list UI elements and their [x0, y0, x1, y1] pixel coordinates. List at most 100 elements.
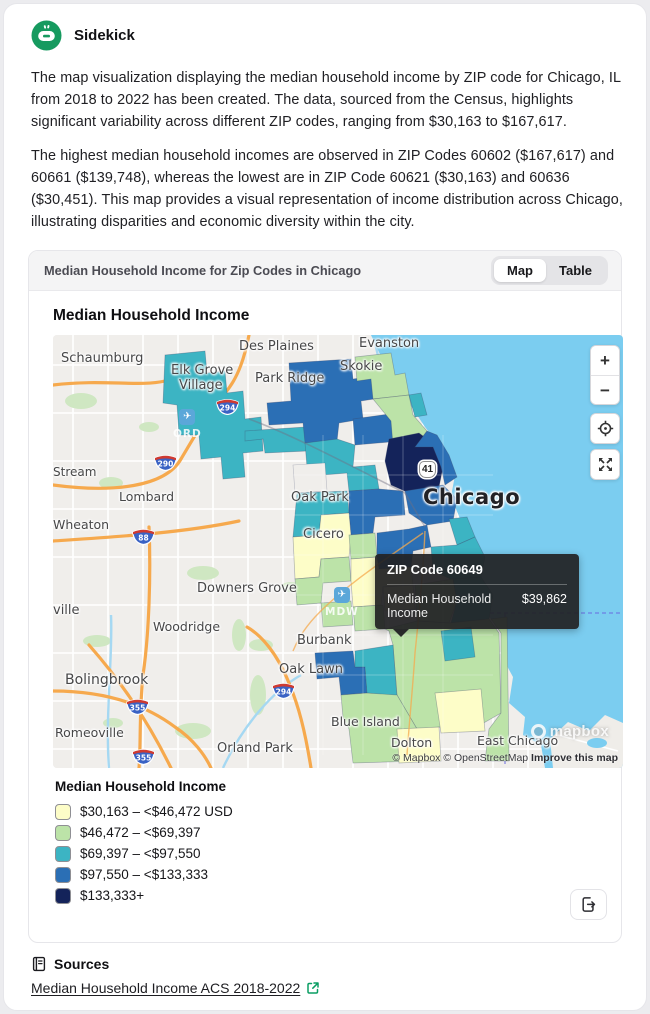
external-link-icon — [306, 981, 320, 995]
legend-label: $46,472 – <$69,397 — [80, 825, 201, 840]
legend-item: $69,397 – <$97,550 — [55, 843, 605, 864]
map-city-label: Village — [179, 378, 223, 393]
fullscreen-button[interactable] — [591, 450, 619, 479]
legend-swatch — [55, 825, 71, 841]
airplane-icon: ✈ — [334, 587, 350, 603]
airport-marker: ✈ MDW — [325, 587, 359, 618]
zoom-in-button[interactable]: + — [591, 346, 619, 375]
map-city-label: Bolingbrook — [65, 672, 148, 688]
export-icon — [580, 896, 597, 913]
map-city-label: Blue Island — [331, 714, 400, 729]
toggle-table-button[interactable]: Table — [546, 259, 605, 282]
mapbox-logo[interactable]: mapbox — [531, 723, 609, 740]
map-city-label: Woodridge — [153, 619, 220, 634]
export-button[interactable] — [570, 889, 607, 920]
airport-code: MDW — [325, 606, 359, 618]
tooltip-title: ZIP Code 60649 — [387, 562, 567, 577]
toggle-map-button[interactable]: Map — [494, 259, 546, 282]
legend-swatch — [55, 846, 71, 862]
map-city-label: Schaumburg — [61, 351, 143, 366]
fullscreen-control — [590, 449, 620, 480]
map-city-label: Park Ridge — [255, 371, 324, 386]
interstate-shield: 294 — [215, 397, 240, 415]
map-legend: Median Household Income $30,163 – <$46,4… — [55, 779, 605, 906]
airport-marker: ✈ ORD — [173, 409, 202, 440]
svg-text:355: 355 — [136, 754, 152, 763]
map-tooltip: ZIP Code 60649 Median Household Income $… — [375, 554, 579, 629]
geolocate-icon — [597, 420, 614, 437]
legend-label: $133,333+ — [80, 888, 144, 903]
svg-text:294: 294 — [220, 404, 236, 413]
interstate-shield: 290 — [153, 453, 178, 471]
svg-text:355: 355 — [130, 704, 146, 713]
sidekick-logo-icon — [31, 20, 62, 51]
geolocate-button[interactable] — [591, 414, 619, 443]
map-city-label: Downers Grove — [197, 581, 297, 596]
legend-item: $46,472 – <$69,397 — [55, 822, 605, 843]
legend-label: $30,163 – <$46,472 USD — [80, 804, 233, 819]
svg-text:294: 294 — [276, 688, 292, 697]
legend-rows: $30,163 – <$46,472 USD $46,472 – <$69,39… — [55, 801, 605, 906]
source-link[interactable]: Median Household Income ACS 2018-2022 — [31, 980, 300, 996]
map-city-label: Wheaton — [53, 517, 109, 532]
attribution-mapbox-link[interactable]: © Mapbox — [392, 752, 440, 764]
legend-item: $97,550 – <$133,333 — [55, 864, 605, 885]
interstate-shield: 355 — [131, 747, 156, 765]
message-paragraph-1: The map visualization displaying the med… — [31, 67, 631, 133]
fullscreen-icon — [597, 456, 614, 473]
legend-item: $133,333+ — [55, 885, 605, 906]
map-city-label: Chicago — [423, 485, 520, 509]
legend-swatch — [55, 804, 71, 820]
map-city-label: Orland Park — [217, 741, 293, 756]
sources-title: Sources — [54, 956, 109, 972]
map-city-label: Cicero — [303, 527, 344, 542]
tooltip-label: Median Household Income — [387, 592, 504, 620]
sources-icon — [31, 956, 47, 972]
visualization-card: Median Household Income for Zip Codes in… — [28, 250, 622, 943]
map-city-label: Lombard — [119, 489, 174, 504]
map-city-label: Dolton — [391, 735, 432, 750]
us-route-shield: 41 — [419, 461, 436, 478]
map-city-label: Stream — [53, 465, 96, 479]
zoom-out-button[interactable]: − — [591, 375, 619, 404]
tooltip-value: $39,862 — [522, 592, 567, 620]
map-title: Median Household Income — [53, 307, 605, 325]
map-city-label: Evanston — [359, 336, 419, 351]
mapbox-logo-icon — [531, 724, 546, 739]
sources-section: Sources Median Household Income ACS 2018… — [31, 956, 646, 996]
legend-label: $69,397 – <$97,550 — [80, 846, 201, 861]
card-title: Median Household Income for Zip Codes in… — [44, 263, 361, 278]
assistant-header: Sidekick — [31, 20, 646, 51]
tooltip-caret — [393, 629, 409, 637]
airport-code: ORD — [173, 428, 202, 440]
card-header: Median Household Income for Zip Codes in… — [29, 251, 621, 291]
tooltip-row: Median Household Income $39,862 — [387, 592, 567, 620]
page: Sidekick The map visualization displayin… — [0, 0, 650, 1014]
map-city-label: Skokie — [340, 359, 382, 374]
svg-text:88: 88 — [138, 534, 148, 543]
choropleth-map-canvas[interactable]: SchaumburgDes PlainesEvanstonSkokieElk G… — [53, 335, 623, 768]
map-city-label: Burbank — [297, 633, 352, 648]
map-city-label: Oak Park — [291, 490, 349, 505]
sources-header: Sources — [31, 956, 646, 972]
legend-item: $30,163 – <$46,472 USD — [55, 801, 605, 822]
geolocate-control — [590, 413, 620, 444]
view-toggle: Map Table — [491, 256, 608, 285]
map-city-label: ville — [53, 603, 80, 618]
legend-swatch — [55, 867, 71, 883]
airplane-icon: ✈ — [179, 409, 195, 425]
message-paragraph-2: The highest median household incomes are… — [31, 145, 631, 233]
attribution-osm-link[interactable]: © OpenStreetMap — [443, 752, 528, 764]
interstate-shield: 355 — [125, 697, 150, 715]
interstate-shield: 88 — [131, 527, 156, 545]
chat-message-card: Sidekick The map visualization displayin… — [3, 3, 647, 1011]
map-city-label: Oak Lawn — [279, 662, 343, 677]
mapbox-logo-text: mapbox — [550, 723, 609, 740]
attribution-improve-link[interactable]: Improve this map — [531, 752, 618, 764]
map-city-label: Romeoville — [55, 725, 124, 740]
interstate-shield: 294 — [271, 681, 296, 699]
source-link-row: Median Household Income ACS 2018-2022 — [31, 980, 646, 996]
legend-title: Median Household Income — [55, 779, 605, 794]
zoom-control-group: + − — [590, 345, 620, 405]
legend-swatch — [55, 888, 71, 904]
